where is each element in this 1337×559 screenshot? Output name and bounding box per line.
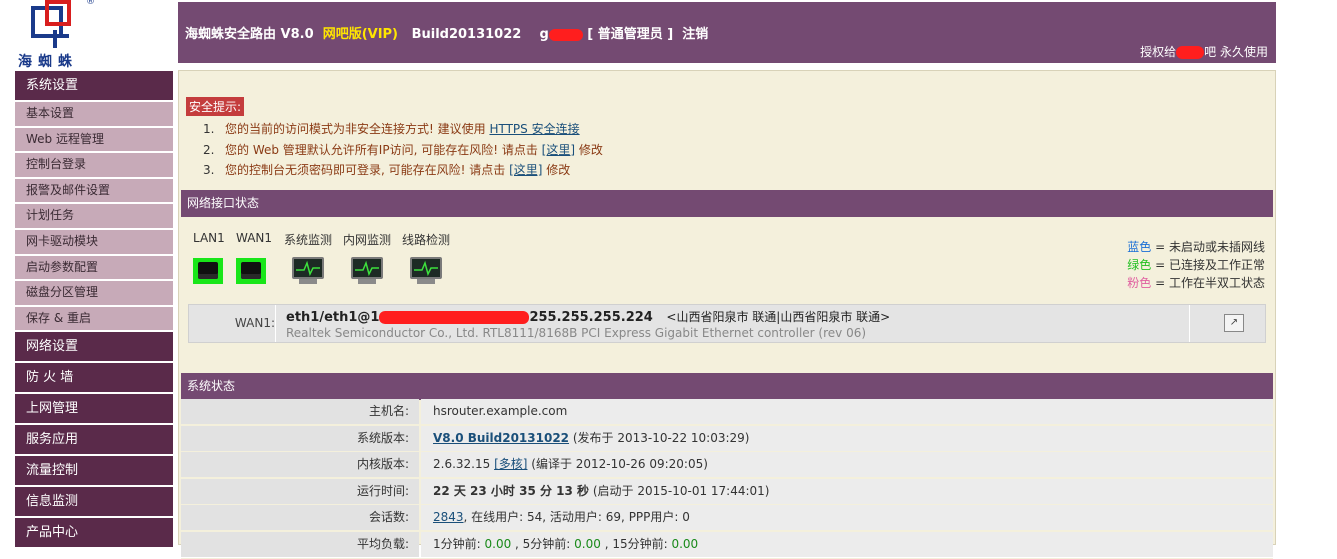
logo-text: 海蜘蛛: [18, 54, 78, 70]
sidebar-section-traffic[interactable]: 流量控制: [15, 456, 173, 488]
iface-wan1[interactable]: WAN1: [236, 231, 272, 284]
ethernet-port-icon: [236, 258, 266, 284]
chart-icon: ↗: [1224, 314, 1244, 332]
logo: ® 海蜘蛛: [15, 0, 173, 70]
iface-system-monitor[interactable]: 系统监测: [284, 231, 332, 284]
sidebar-section-network[interactable]: 网络设置: [15, 332, 173, 364]
status-legend: 蓝色 = 未启动或未插网线 绿色 = 已连接及工作正常 粉色 = 工作在半双工状…: [1127, 238, 1265, 292]
sidebar-item-boot-params[interactable]: 启动参数配置: [15, 255, 173, 282]
list-item: 3. 您的控制台无须密码即可登录, 可能存在风险! 请点击 [这里] 修改: [203, 163, 571, 177]
iface-lan1[interactable]: LAN1: [193, 231, 225, 284]
header-title: 海蜘蛛安全路由 V8.0 网吧版(VIP) Build20131022 g [ …: [185, 23, 708, 42]
table-row: 内核版本: 2.6.32.15 [多核] (编译于 2012-10-26 09:…: [181, 452, 1273, 479]
edition-label: 网吧版(VIP): [322, 27, 398, 42]
table-row: 会话数: 2843, 在线用户: 54, 活动用户: 69, PPP用户: 0: [181, 505, 1273, 532]
ethernet-port-icon: [193, 258, 223, 284]
sidebar-item-schedule[interactable]: 计划任务: [15, 204, 173, 230]
legend-pink: 粉色 = 工作在半双工状态: [1127, 276, 1265, 290]
network-status-header: 网络接口状态: [181, 190, 1273, 217]
legend-blue: 蓝色 = 未启动或未插网线: [1127, 240, 1265, 254]
logo-registered-mark: ®: [86, 0, 95, 7]
main-content: 安全提示: 1. 您的当前的访问模式为非安全连接方式! 建议使用 HTTPS 安全…: [178, 70, 1276, 559]
list-item: 1. 您的当前的访问模式为非安全连接方式! 建议使用 HTTPS 安全连接: [203, 122, 580, 136]
sessions-link[interactable]: 2843: [433, 510, 464, 524]
monitor-icon: [292, 257, 324, 284]
sidebar-section-internet[interactable]: 上网管理: [15, 394, 173, 426]
system-status-table: 主机名: hsrouter.example.com 系统版本: V8.0 Bui…: [181, 399, 1273, 559]
build-label: Build20131022: [411, 27, 522, 42]
sidebar: 系统设置 基本设置 Web 远程管理 控制台登录 报警及邮件设置 计划任务 网卡…: [15, 71, 173, 550]
sidebar-item-save-restart[interactable]: 保存 & 重启: [15, 306, 173, 333]
version-link[interactable]: V8.0 Build20131022: [433, 431, 569, 445]
system-status-header: 系统状态: [181, 373, 1273, 400]
redaction-mark: [1176, 46, 1205, 59]
sidebar-item-basic[interactable]: 基本设置: [15, 102, 173, 128]
sidebar-item-console-login[interactable]: 控制台登录: [15, 153, 173, 179]
iface-lan-monitor[interactable]: 内网监测: [343, 231, 391, 284]
license-info: 授权给吧 永久使用: [1140, 45, 1268, 59]
multicore-link[interactable]: [多核]: [494, 457, 527, 471]
sidebar-item-disk[interactable]: 磁盘分区管理: [15, 281, 173, 307]
console-fix-link[interactable]: [这里]: [509, 163, 542, 177]
wan-address: eth1/eth1@1: [286, 310, 380, 325]
sidebar-item-web-remote[interactable]: Web 远程管理: [15, 127, 173, 154]
logout-link[interactable]: 注销: [682, 27, 708, 42]
security-warning-title: 安全提示:: [186, 97, 245, 116]
web-access-fix-link[interactable]: [这里]: [542, 143, 575, 157]
role-label: [ 普通管理员 ]: [587, 27, 674, 42]
sidebar-section-system[interactable]: 系统设置: [15, 71, 173, 102]
monitor-icon: [410, 257, 442, 284]
sidebar-item-alarm-mail[interactable]: 报警及邮件设置: [15, 178, 173, 205]
https-link[interactable]: HTTPS 安全连接: [489, 122, 579, 136]
iface-line-check[interactable]: 线路检测: [402, 231, 450, 284]
wan-nic: Realtek Semiconductor Co., Ltd. RTL8111/…: [286, 326, 867, 340]
username: g: [539, 27, 549, 42]
wan-graph-button[interactable]: ↗: [1189, 305, 1265, 342]
redaction-mark: [548, 28, 583, 41]
list-item: 2. 您的 Web 管理默认允许所有IP访问, 可能存在风险! 请点击 [这里] …: [203, 142, 603, 157]
redaction-mark: [379, 311, 530, 324]
wan-netmask: 255.255.255.224: [529, 310, 653, 325]
sidebar-section-monitor[interactable]: 信息监测: [15, 487, 173, 519]
monitor-icon: [351, 257, 383, 284]
wan-details: eth1/eth1@1 255.255.255.224 <山西省阳泉市 联通|山西…: [286, 308, 890, 340]
wan-label: WAN1:: [189, 305, 276, 342]
wan-status-row: WAN1: eth1/eth1@1 255.255.255.224 <山西省阳泉市…: [188, 304, 1266, 343]
legend-green: 绿色 = 已连接及工作正常: [1127, 258, 1265, 272]
wan-location: <山西省阳泉市 联通|山西省阳泉市 联通>: [666, 310, 891, 324]
sidebar-section-services[interactable]: 服务应用: [15, 425, 173, 457]
table-row: 运行时间: 22 天 23 小时 35 分 13 秒 (启动于 2015-10-…: [181, 478, 1273, 506]
security-warning-list: 1. 您的当前的访问模式为非安全连接方式! 建议使用 HTTPS 安全连接 2. 您…: [203, 119, 603, 181]
product-name: 海蜘蛛安全路由 V8.0: [185, 27, 314, 42]
table-row: 平均负载: 1分钟前: 0.00 , 5分钟前: 0.00 , 15分钟前: 0…: [181, 531, 1273, 559]
sidebar-item-nic-driver[interactable]: 网卡驱动模块: [15, 229, 173, 256]
table-row: 系统版本: V8.0 Build20131022 (发布于 2013-10-22…: [181, 425, 1273, 453]
table-row: 主机名: hsrouter.example.com: [181, 399, 1273, 426]
sidebar-section-firewall[interactable]: 防 火 墙: [15, 363, 173, 395]
header-bar: 海蜘蛛安全路由 V8.0 网吧版(VIP) Build20131022 g [ …: [178, 2, 1276, 63]
